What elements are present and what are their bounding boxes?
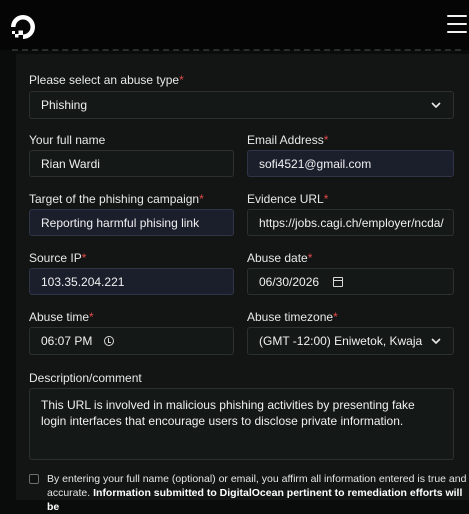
chevron-down-icon	[431, 338, 441, 344]
email-input[interactable]: sofi4521@gmail.com	[247, 150, 454, 177]
description-label: Description/comment	[29, 371, 142, 385]
divider	[12, 49, 461, 51]
consent-text: By entering your full name (optional) or…	[47, 472, 467, 514]
source-ip-value: 103.35.204.221	[41, 275, 124, 289]
target-input[interactable]: Reporting harmful phising link	[29, 209, 234, 236]
source-ip-label: Source IP*	[29, 251, 86, 265]
abuse-type-label: Please select an abuse type*	[29, 73, 184, 87]
full-name-label: Your full name	[29, 133, 105, 147]
required-mark: *	[324, 192, 329, 206]
description-textarea[interactable]: This URL is involved in malicious phishi…	[29, 388, 454, 460]
evidence-url-value: https://jobs.cagi.ch/employer/ncda/	[259, 216, 444, 230]
abuse-time-input[interactable]: 06:07 PM	[29, 327, 234, 355]
evidence-url-label: Evidence URL*	[247, 192, 328, 206]
abuse-type-select[interactable]: Phishing	[29, 91, 454, 119]
evidence-url-input[interactable]: https://jobs.cagi.ch/employer/ncda/	[247, 209, 454, 236]
required-mark: *	[324, 133, 329, 147]
abuse-type-label-text: Please select an abuse type	[29, 73, 179, 87]
target-value: Reporting harmful phising link	[41, 216, 199, 230]
clock-icon[interactable]	[104, 336, 114, 346]
source-ip-input[interactable]: 103.35.204.221	[29, 268, 234, 295]
digitalocean-logo[interactable]	[9, 13, 37, 41]
timezone-value: (GMT -12:00) Eniwetok, Kwaja	[259, 334, 422, 348]
timezone-label: Abuse timezone*	[247, 310, 338, 324]
timezone-select[interactable]: (GMT -12:00) Eniwetok, Kwaja	[247, 327, 454, 355]
calendar-icon[interactable]	[333, 277, 343, 287]
abuse-date-label-text: Abuse date	[247, 251, 308, 265]
abuse-date-input[interactable]: 06/30/2026	[247, 268, 454, 295]
evidence-url-label-text: Evidence URL	[247, 192, 324, 206]
abuse-time-value: 06:07 PM	[41, 334, 92, 348]
hamburger-menu-icon[interactable]	[447, 14, 467, 34]
required-mark: *	[199, 192, 204, 206]
required-mark: *	[308, 251, 313, 265]
target-label: Target of the phishing campaign*	[29, 192, 204, 206]
email-label: Email Address*	[247, 133, 328, 147]
consent-checkbox[interactable]	[29, 474, 39, 484]
required-mark: *	[179, 73, 184, 87]
abuse-time-label-text: Abuse time	[29, 310, 89, 324]
chevron-down-icon	[431, 102, 441, 108]
full-name-value: Rian Wardi	[41, 157, 100, 171]
email-label-text: Email Address	[247, 133, 324, 147]
required-mark: *	[82, 251, 87, 265]
abuse-type-value: Phishing	[41, 98, 87, 112]
abuse-date-label: Abuse date*	[247, 251, 312, 265]
full-name-input[interactable]: Rian Wardi	[29, 150, 234, 177]
required-mark: *	[89, 310, 94, 324]
top-bar	[0, 0, 469, 50]
consent-text-bold: Information submitted to DigitalOcean pe…	[47, 487, 462, 513]
target-label-text: Target of the phishing campaign	[29, 192, 199, 206]
source-ip-label-text: Source IP	[29, 251, 82, 265]
abuse-date-value: 06/30/2026	[259, 275, 319, 289]
email-value: sofi4521@gmail.com	[259, 157, 371, 171]
description-value: This URL is involved in malicious phishi…	[41, 398, 415, 428]
required-mark: *	[333, 310, 338, 324]
timezone-label-text: Abuse timezone	[247, 310, 333, 324]
abuse-time-label: Abuse time*	[29, 310, 94, 324]
